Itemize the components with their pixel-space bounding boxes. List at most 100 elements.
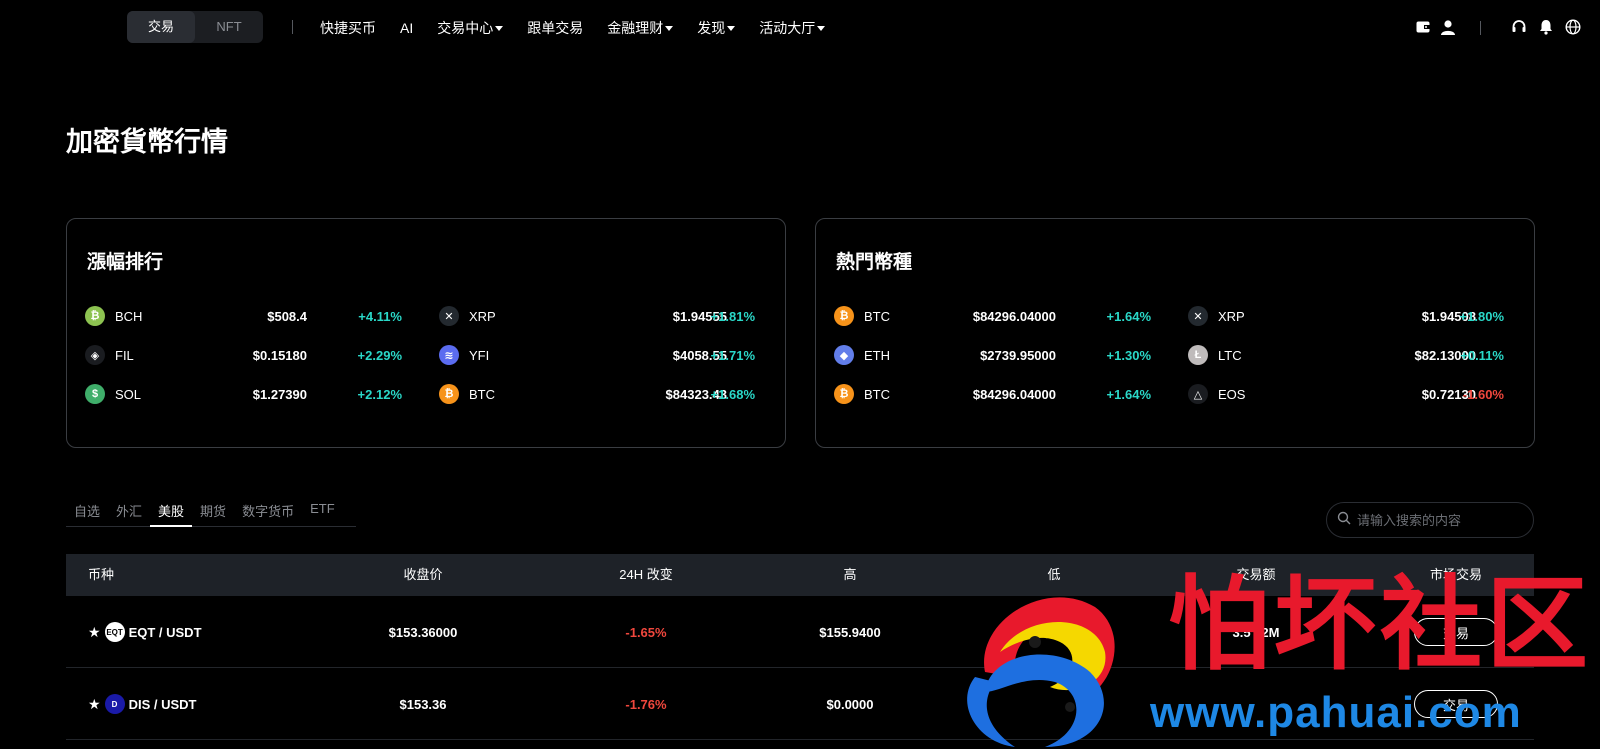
- col-symbol: 币种: [88, 567, 115, 582]
- globe-icon[interactable]: [1562, 16, 1584, 38]
- user-icon[interactable]: [1437, 16, 1459, 38]
- caret-down-icon: [495, 25, 504, 31]
- hot-coins-title: 熱門幣種: [836, 252, 913, 273]
- star-icon[interactable]: ★: [88, 696, 101, 713]
- coin-symbol: BTC: [864, 386, 890, 402]
- coin-change: +1.30%: [1106, 347, 1151, 363]
- page-title: 加密貨幣行情: [66, 127, 228, 157]
- coin-symbol: BCH: [115, 308, 143, 324]
- search-icon: [1337, 511, 1351, 530]
- coin-cell[interactable]: $ SOL: [85, 382, 141, 406]
- nav-item-ai[interactable]: AI: [400, 18, 413, 38]
- nav-label: 快捷买币: [320, 20, 376, 36]
- nav-label: 跟单交易: [527, 20, 584, 36]
- coin-change: +1.68%: [710, 386, 755, 402]
- coin-symbol: BTC: [864, 308, 890, 324]
- tab-futures[interactable]: 期货: [192, 495, 234, 527]
- caret-down-icon: [817, 25, 826, 31]
- star-icon[interactable]: ★: [88, 624, 101, 641]
- coin-change: -1.60%: [1462, 386, 1504, 402]
- nav-label: 交易中心: [437, 20, 494, 36]
- sol-icon: $: [85, 384, 105, 404]
- fish-logo-icon: [967, 597, 1115, 747]
- coin-price: $508.4: [267, 308, 307, 324]
- coin-row: ◈ FIL $0.15180 +2.29% ≋ YFI $4058.55 +1.71%: [67, 343, 787, 367]
- mode-switch: 交易 NFT: [127, 11, 263, 43]
- coin-cell[interactable]: ◆ ETH: [834, 343, 890, 367]
- eos-icon: △: [1188, 384, 1208, 404]
- tab-crypto[interactable]: 数字货币: [234, 495, 302, 527]
- tab-etf[interactable]: ETF: [302, 495, 343, 527]
- coin-symbol: YFI: [469, 347, 490, 363]
- change-24h: -1.65%: [625, 624, 667, 640]
- coin-symbol: LTC: [1218, 347, 1242, 363]
- coin-cell[interactable]: ✕ XRP: [439, 304, 496, 328]
- high-price: $0.0000: [826, 696, 874, 712]
- coin-cell[interactable]: Ł LTC: [1188, 343, 1242, 367]
- coin-symbol: XRP: [1218, 308, 1245, 324]
- wallet-icon[interactable]: [1412, 16, 1434, 38]
- nav-item-finance[interactable]: 金融理财: [607, 18, 674, 38]
- main-nav: 快捷买币 AI 交易中心 跟单交易 金融理财 发现 活动大厅: [320, 18, 849, 38]
- coin-row: ₿ BTC $84296.04000 +1.64% ✕ XRP $1.94508 +1.80%: [816, 304, 1536, 328]
- coin-cell[interactable]: ₿ BCH: [85, 304, 142, 328]
- market-tabs: 自选 外汇 美股 期货 数字货币 ETF: [66, 495, 356, 527]
- tab-us-stocks[interactable]: 美股: [150, 495, 193, 527]
- btc-icon: ₿: [439, 384, 459, 404]
- coin-symbol: EOS: [1218, 386, 1246, 402]
- bell-icon[interactable]: [1535, 16, 1557, 38]
- coin-price: $1.27390: [252, 386, 307, 402]
- nav-item-trade-center[interactable]: 交易中心: [437, 18, 504, 38]
- coin-change: +4.11%: [358, 308, 402, 324]
- coin-cell[interactable]: ≋ YFI: [439, 343, 489, 367]
- coin-cell[interactable]: ₿ BTC: [439, 382, 495, 406]
- tab-favorites[interactable]: 自选: [66, 495, 108, 527]
- coin-symbol: FIL: [115, 347, 134, 363]
- coin-change: +1.80%: [1459, 308, 1504, 324]
- coin-change: +1.64%: [1106, 308, 1151, 324]
- nav-item-quick-buy[interactable]: 快捷买币: [320, 18, 376, 38]
- coin-row: ◆ ETH $2739.95000 +1.30% Ł LTC $82.13000 +0.11%: [816, 343, 1536, 367]
- coin-change: +1.71%: [710, 347, 755, 363]
- header-divider: [1480, 21, 1481, 35]
- nav-item-events[interactable]: 活动大厅: [759, 18, 826, 38]
- nav-divider: [292, 20, 293, 34]
- nav-item-copy-trading[interactable]: 跟单交易: [527, 18, 583, 38]
- header-actions: [1380, 16, 1600, 40]
- coin-price: $84296.04000: [972, 308, 1056, 324]
- tab-forex[interactable]: 外汇: [108, 495, 150, 527]
- btc-icon: ₿: [834, 306, 854, 326]
- coin-price: $0.15180: [252, 347, 307, 363]
- pair-label: EQT / USDT: [128, 624, 202, 640]
- pair-cell: ★ D DIS / USDT: [88, 668, 196, 740]
- coin-cell[interactable]: ₿ BTC: [834, 304, 890, 328]
- col-close: 收盘价: [403, 567, 443, 582]
- coin-cell[interactable]: ◈ FIL: [85, 343, 134, 367]
- col-change: 24H 改变: [619, 567, 673, 582]
- ltc-icon: Ł: [1188, 345, 1208, 365]
- search-input[interactable]: [1357, 512, 1527, 528]
- close-price: $153.36000: [388, 624, 458, 640]
- mode-tab-trade[interactable]: 交易: [127, 11, 195, 43]
- watermark-url: www.pahuai.com: [1150, 688, 1522, 737]
- hot-coins-card: 熱門幣種 ₿ BTC $84296.04000 +1.64% ✕ XRP $1.94508 +…: [815, 218, 1535, 448]
- coin-row: ₿ BCH $508.4 +4.11% ✕ XRP $1.94555 +1.81%: [67, 304, 787, 328]
- watermark-title: 怕坏社区: [1168, 565, 1592, 685]
- nav-label: 金融理财: [607, 20, 664, 36]
- fil-icon: ◈: [85, 345, 105, 365]
- caret-down-icon: [665, 25, 674, 31]
- btc-icon: ₿: [834, 384, 854, 404]
- nav-item-discover[interactable]: 发现: [697, 18, 736, 38]
- coin-symbol: SOL: [115, 386, 142, 402]
- coin-cell[interactable]: △ EOS: [1188, 382, 1245, 406]
- disney-icon: D: [104, 694, 125, 714]
- pair-cell: ★ EQT EQT / USDT: [88, 596, 202, 668]
- change-24h: -1.76%: [625, 696, 667, 712]
- xrp-icon: ✕: [1188, 306, 1208, 326]
- headset-icon[interactable]: [1508, 16, 1530, 38]
- coin-change: +2.29%: [357, 347, 402, 363]
- coin-cell[interactable]: ₿ BTC: [834, 382, 890, 406]
- eth-icon: ◆: [834, 345, 854, 365]
- mode-tab-nft[interactable]: NFT: [195, 11, 263, 43]
- coin-cell[interactable]: ✕ XRP: [1188, 304, 1245, 328]
